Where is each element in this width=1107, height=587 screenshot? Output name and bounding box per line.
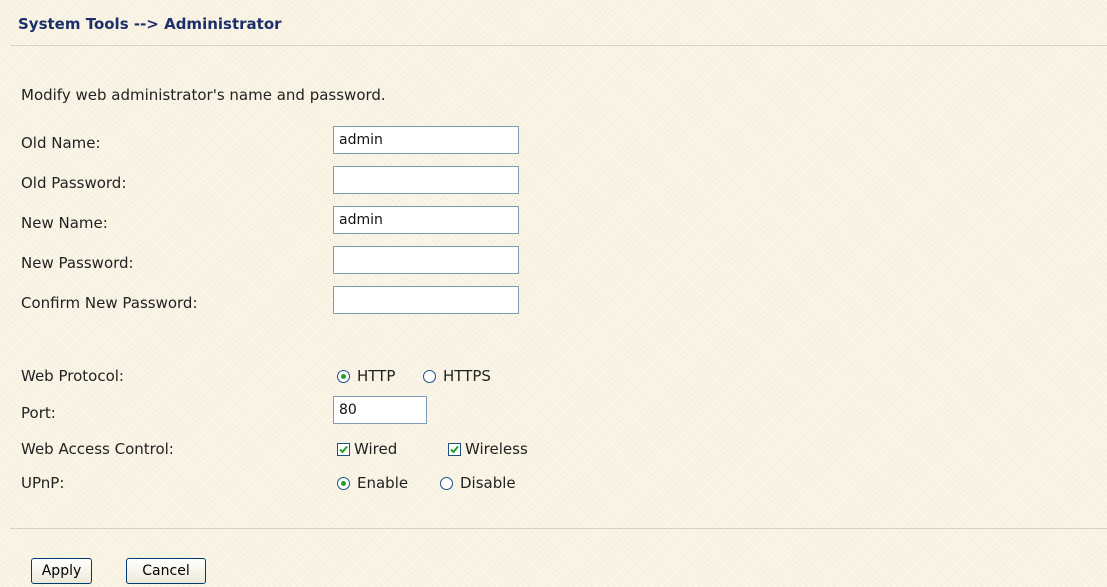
wireless-checkbox-label: Wireless <box>465 440 528 458</box>
upnp-enable-radio-option[interactable]: Enable <box>337 474 408 492</box>
new-name-label: New Name: <box>21 214 108 232</box>
new-password-input[interactable] <box>333 246 519 274</box>
http-radio-label: HTTP <box>357 367 396 385</box>
https-radio-icon[interactable] <box>423 369 436 383</box>
wired-checkbox-option[interactable]: Wired <box>337 440 397 458</box>
https-radio-label: HTTPS <box>443 367 491 385</box>
upnp-enable-label: Enable <box>357 474 409 492</box>
cancel-button[interactable]: Cancel <box>126 558 206 584</box>
page-title: System Tools --> Administrator <box>18 15 282 33</box>
upnp-disable-radio-option[interactable]: Disable <box>440 474 516 492</box>
web-access-control-label: Web Access Control: <box>21 440 174 458</box>
footer-divider <box>10 528 1107 529</box>
wired-checkbox-checked-icon[interactable] <box>337 442 350 456</box>
confirm-password-input[interactable] <box>333 286 519 314</box>
old-name-input[interactable]: admin <box>333 126 519 154</box>
new-name-input[interactable]: admin <box>333 206 519 234</box>
old-password-input[interactable] <box>333 166 519 194</box>
wireless-checkbox-option[interactable]: Wireless <box>448 440 528 458</box>
http-radio-option[interactable]: HTTP <box>337 367 395 385</box>
wireless-checkbox-checked-icon[interactable] <box>448 442 461 456</box>
upnp-disable-radio-icon[interactable] <box>440 476 453 490</box>
upnp-label: UPnP: <box>21 474 65 492</box>
upnp-enable-radio-selected-icon[interactable] <box>337 476 350 490</box>
web-protocol-label: Web Protocol: <box>21 367 124 385</box>
new-password-label: New Password: <box>21 254 134 272</box>
upnp-disable-label: Disable <box>460 474 516 492</box>
apply-button[interactable]: Apply <box>31 558 92 584</box>
wired-checkbox-label: Wired <box>354 440 398 458</box>
port-input[interactable]: 80 <box>333 396 427 424</box>
http-radio-selected-icon[interactable] <box>337 369 350 383</box>
https-radio-option[interactable]: HTTPS <box>423 367 491 385</box>
old-password-label: Old Password: <box>21 174 127 192</box>
confirm-password-label: Confirm New Password: <box>21 294 198 312</box>
port-label: Port: <box>21 404 56 422</box>
title-divider <box>10 45 1107 46</box>
form-description: Modify web administrator's name and pass… <box>21 86 386 104</box>
old-name-label: Old Name: <box>21 134 101 152</box>
